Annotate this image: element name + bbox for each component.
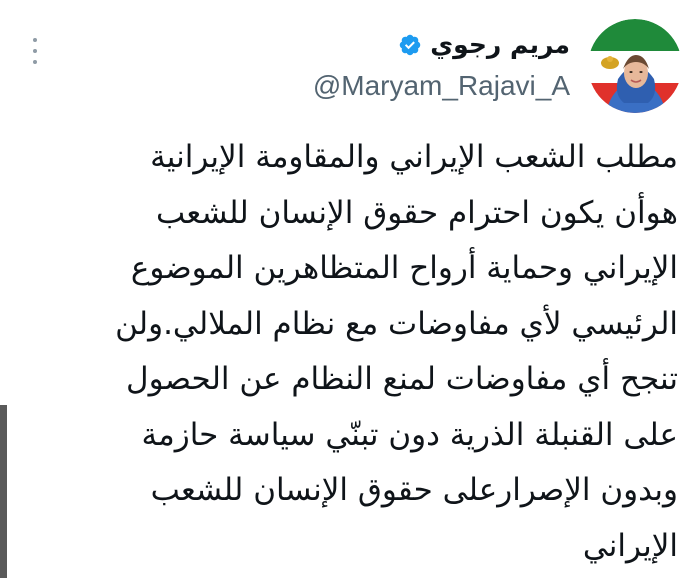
left-edge-bar — [0, 405, 7, 578]
author-names: مريم رجوي @Maryam_Rajavi_A — [313, 28, 570, 104]
tweet-text: مطلب الشعب الإيراني والمقاومة الإيرانية … — [115, 139, 678, 564]
user-handle[interactable]: @Maryam_Rajavi_A — [313, 68, 570, 104]
avatar[interactable] — [588, 19, 682, 113]
more-options-icon[interactable] — [28, 38, 42, 64]
tweet-header: مريم رجوي @Maryam_Rajavi_A — [313, 18, 682, 114]
tweet-card: مريم رجوي @Maryam_Rajavi_A مطلب الشعب ال… — [0, 0, 700, 578]
verified-badge-icon — [400, 34, 421, 56]
display-name[interactable]: مريم رجوي — [430, 28, 570, 62]
